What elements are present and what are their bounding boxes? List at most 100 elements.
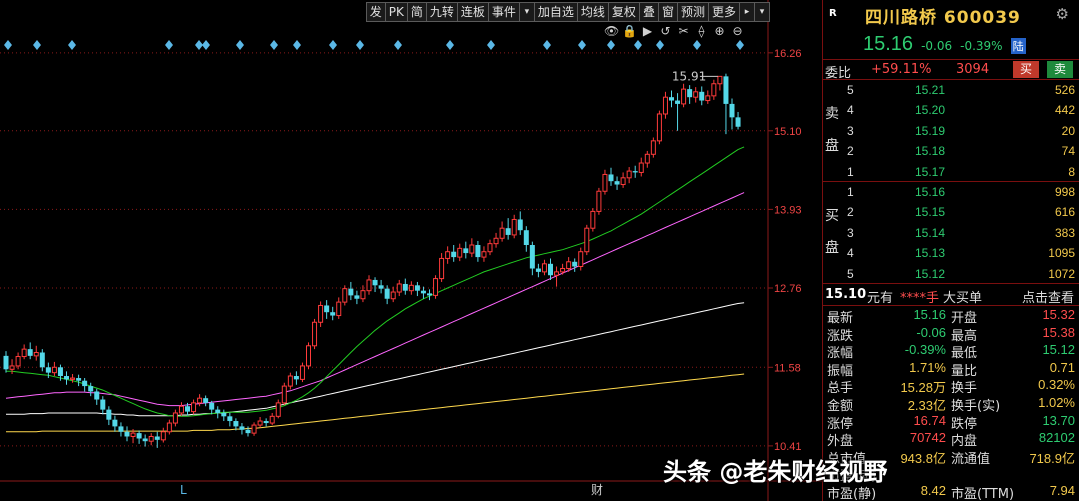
sell-level-row[interactable]: 4 15.20 442 [823, 100, 1079, 120]
candle-body [221, 412, 227, 417]
chevron-down-icon[interactable]: ▾ [754, 2, 770, 22]
candle-body [45, 367, 51, 373]
lock-icon[interactable]: 🔒 [622, 24, 637, 39]
toolbar-button[interactable]: 加自选 [533, 2, 578, 22]
sell-button[interactable]: 卖 [1047, 61, 1073, 78]
toolbar-button[interactable]: 连板 [456, 2, 489, 22]
candle-body [251, 424, 257, 434]
toolbar-button[interactable]: 复权 [607, 2, 640, 22]
level-index: 2 [847, 205, 854, 220]
candle-body [408, 284, 414, 292]
toolbar-button[interactable]: 均线 [576, 2, 609, 22]
sell-level-row[interactable]: 5 15.21 526 [823, 80, 1079, 100]
buy-level-row[interactable]: 2 15.15 616 [823, 202, 1079, 222]
candle-body [675, 100, 681, 104]
sell-level-row[interactable]: 1 15.17 8 [823, 162, 1079, 182]
event-diamond-icon [656, 40, 664, 50]
candle-body [705, 95, 711, 102]
candle-body [529, 245, 535, 269]
event-diamond-icon [165, 40, 173, 50]
sell-book: 卖 盘 5 15.21 526 4 15.20 442 3 15.19 20 2 15.18 74 1 1… [823, 80, 1079, 182]
toolbar-button[interactable]: 窗 [657, 2, 678, 22]
quote-value: 7.94 [1049, 482, 1075, 498]
candle-body [269, 415, 275, 424]
candle-body [15, 356, 21, 367]
level-index: 4 [847, 103, 854, 118]
quote-value: 13.70 [1042, 412, 1075, 428]
eye-icon[interactable]: 👁 [604, 24, 619, 39]
event-diamond-icon [68, 40, 76, 50]
event-diamond-icon [202, 40, 210, 50]
toolbar-button[interactable]: 九转 [425, 2, 458, 22]
quote-value: 82102 [1038, 430, 1075, 446]
candle-body [511, 218, 517, 236]
candle-body [517, 219, 523, 231]
candle-body [433, 278, 439, 296]
candle-body [699, 91, 705, 101]
event-diamond-icon [543, 40, 551, 50]
candle-body [463, 248, 469, 254]
buy-level-row[interactable]: 4 15.13 1095 [823, 243, 1079, 263]
buy-button[interactable]: 买 [1013, 61, 1039, 78]
magnet-icon[interactable]: ⟠ [694, 24, 709, 39]
candle-body [33, 352, 39, 357]
big-order-volume: ****手 [900, 291, 940, 306]
scissors-icon[interactable]: ✂ [676, 24, 691, 39]
candle-body [185, 406, 190, 412]
candle-body [505, 228, 511, 235]
zoom-in-icon[interactable]: ⊕ [712, 24, 727, 39]
candle-body [390, 291, 396, 300]
sell-level-row[interactable]: 3 15.19 20 [823, 121, 1079, 141]
candle-body [626, 170, 632, 179]
toolbar-button[interactable]: 更多 [707, 2, 740, 22]
zoom-out-icon[interactable]: ⊖ [730, 24, 745, 39]
toolbar-button[interactable]: PK [384, 2, 408, 22]
candle-body [330, 312, 336, 316]
kline-chart-area[interactable]: 16.26 15.10 13.93 12.76 11.58 10.41 15.91 L 财 发P… [0, 0, 822, 501]
chevron-down-icon[interactable]: ▾ [518, 2, 535, 22]
y-tick-label: 11.58 [774, 362, 801, 374]
candle-body [318, 304, 324, 323]
big-order-row: 15.10 元有 ****手 大买单 点击查看 [823, 284, 1079, 306]
quote-value: 8.42 [920, 482, 946, 498]
candle-body [608, 174, 614, 182]
level-price: 15.15 [915, 205, 946, 220]
price-change-pct: -0.39% [960, 39, 1003, 53]
candle-body [445, 251, 451, 259]
undo-icon[interactable]: ↺ [658, 24, 673, 39]
buy-level-row[interactable]: 1 15.16 998 [823, 182, 1079, 202]
toolbar-button[interactable]: 事件 [487, 2, 520, 22]
candle-body [481, 251, 487, 258]
buy-level-row[interactable]: 5 15.12 1072 [823, 264, 1079, 284]
candle-body [493, 237, 499, 245]
quote-value: 15.16 [913, 307, 946, 322]
toolbar-button[interactable]: 发 [365, 2, 386, 22]
candle-body [451, 251, 457, 258]
candle-body [275, 402, 281, 417]
event-diamond-icon [195, 40, 203, 50]
toolbar-button[interactable]: 预测 [676, 2, 709, 22]
candle-body [669, 97, 674, 101]
candle-body [548, 263, 553, 276]
level-index: 4 [847, 246, 854, 261]
candle-body [245, 429, 251, 434]
candle-body [64, 376, 69, 380]
level-volume: 1095 [1048, 246, 1075, 261]
quote-row: 涨停 16.74 跌停 13.70 [823, 412, 1079, 432]
buy-level-row[interactable]: 3 15.14 383 [823, 223, 1079, 243]
quote-row: 总手 15.28万 换手 0.32% [823, 376, 1079, 396]
stock-name[interactable]: 四川路桥 600039 [865, 3, 1021, 28]
level-price: 15.12 [915, 266, 946, 281]
quote-value: 15.38 [1042, 324, 1075, 340]
view-detail-link[interactable]: 点击查看 [1022, 287, 1074, 306]
sell-level-row[interactable]: 2 15.18 74 [823, 141, 1079, 161]
chevron-right-icon[interactable]: ▸ [739, 2, 755, 22]
gear-icon[interactable]: ⚙ [1056, 5, 1069, 23]
play-icon[interactable]: ▶ [640, 24, 655, 39]
kline-chart[interactable]: 16.2615.1013.9312.7611.5810.4115.91L 财 [0, 0, 822, 501]
toolbar-button[interactable]: 简 [406, 2, 427, 22]
toolbar-button[interactable]: 叠 [638, 2, 659, 22]
candle-body [656, 113, 662, 142]
candle-body [227, 416, 233, 422]
level-index: 2 [847, 144, 854, 159]
